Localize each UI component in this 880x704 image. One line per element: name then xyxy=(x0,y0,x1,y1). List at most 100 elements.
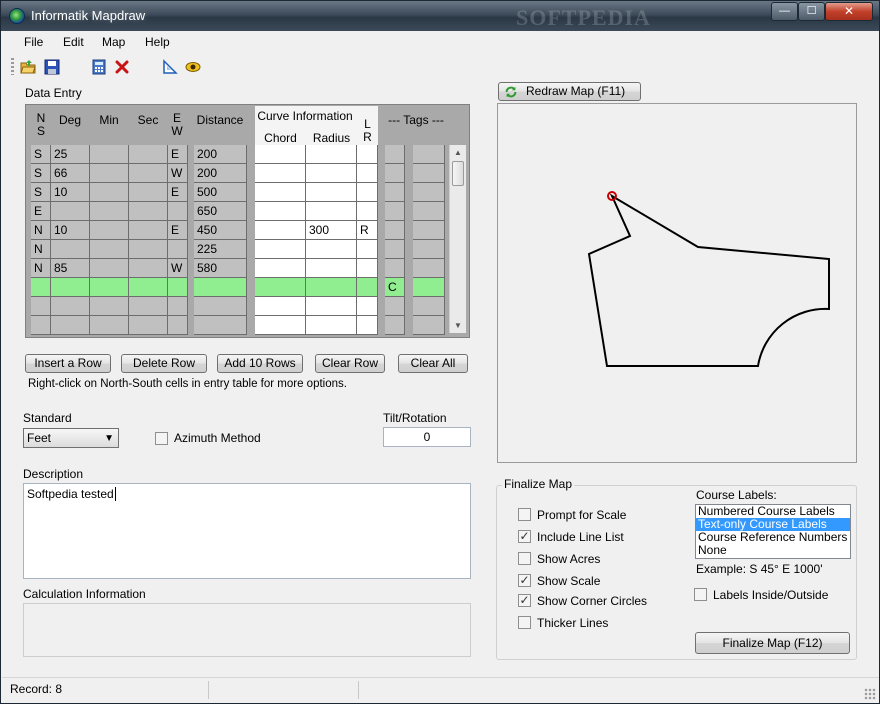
table-cell-lr[interactable]: R xyxy=(357,221,378,240)
table-cell-min[interactable] xyxy=(90,240,129,259)
minimize-button[interactable]: — xyxy=(771,2,798,21)
scroll-down-icon[interactable]: ▼ xyxy=(454,321,462,330)
table-cell-tag1[interactable] xyxy=(385,221,405,240)
table-cell-chord[interactable] xyxy=(255,221,306,240)
table-cell-sec[interactable] xyxy=(129,164,168,183)
title-bar[interactable]: Informatik Mapdraw SOFTPEDIA — ☐ ✕ xyxy=(1,1,879,31)
table-cell-tag1[interactable] xyxy=(385,316,405,335)
calculator-icon[interactable] xyxy=(91,59,107,75)
save-disk-icon[interactable] xyxy=(44,59,60,75)
table-cell-deg[interactable]: 25 xyxy=(51,145,90,164)
maximize-button[interactable]: ☐ xyxy=(798,2,825,21)
table-cell-tag1[interactable] xyxy=(385,297,405,316)
table-cell-lr[interactable] xyxy=(357,278,378,297)
table-cell-dist[interactable] xyxy=(194,316,247,335)
table-cell-ew[interactable] xyxy=(168,297,188,316)
table-cell-dist[interactable] xyxy=(194,297,247,316)
table-cell-ns[interactable] xyxy=(31,278,51,297)
table-cell-sec[interactable] xyxy=(129,297,168,316)
table-cell-min[interactable] xyxy=(90,183,129,202)
table-cell-tag1[interactable] xyxy=(385,145,405,164)
table-cell-deg[interactable] xyxy=(51,202,90,221)
table-cell-min[interactable] xyxy=(90,316,129,335)
table-cell-sec[interactable] xyxy=(129,240,168,259)
finalize-option-checkbox[interactable]: ✓ xyxy=(518,530,531,543)
table-cell-tag2[interactable] xyxy=(413,259,445,278)
azimuth-checkbox[interactable] xyxy=(155,432,168,445)
table-cell-min[interactable] xyxy=(90,221,129,240)
table-cell-min[interactable] xyxy=(90,259,129,278)
table-cell-radius[interactable] xyxy=(306,240,357,259)
table-cell-sec[interactable] xyxy=(129,145,168,164)
eye-icon[interactable] xyxy=(185,59,201,75)
finalize-option-checkbox[interactable] xyxy=(518,616,531,629)
finalize-map-button[interactable]: Finalize Map (F12) xyxy=(695,632,850,654)
resize-grip-icon[interactable] xyxy=(864,688,876,700)
finalize-option-checkbox[interactable] xyxy=(518,508,531,521)
table-cell-tag2[interactable] xyxy=(413,145,445,164)
table-cell-lr[interactable] xyxy=(357,183,378,202)
table-cell-ew[interactable] xyxy=(168,202,188,221)
table-cell-ew[interactable]: E xyxy=(168,145,188,164)
table-cell-deg[interactable] xyxy=(51,240,90,259)
clear-all-button[interactable]: Clear All xyxy=(398,354,468,373)
finalize-option-checkbox[interactable]: ✓ xyxy=(518,594,531,607)
table-cell-deg[interactable] xyxy=(51,316,90,335)
table-cell-lr[interactable] xyxy=(357,259,378,278)
triangle-ruler-icon[interactable] xyxy=(162,59,178,75)
table-cell-tag1[interactable] xyxy=(385,183,405,202)
tilt-input[interactable]: 0 xyxy=(383,427,471,447)
table-cell-radius[interactable] xyxy=(306,259,357,278)
table-cell-dist[interactable] xyxy=(194,278,247,297)
close-button[interactable]: ✕ xyxy=(825,2,873,21)
table-cell-lr[interactable] xyxy=(357,164,378,183)
table-cell-tag2[interactable] xyxy=(413,221,445,240)
table-cell-ew[interactable] xyxy=(168,316,188,335)
labels-inside-outside-checkbox[interactable] xyxy=(694,588,707,601)
table-cell-dist[interactable]: 200 xyxy=(194,145,247,164)
table-cell-radius[interactable] xyxy=(306,145,357,164)
table-cell-min[interactable] xyxy=(90,145,129,164)
menu-edit[interactable]: Edit xyxy=(63,35,84,49)
table-cell-radius[interactable] xyxy=(306,164,357,183)
table-cell-radius[interactable] xyxy=(306,297,357,316)
table-cell-tag1[interactable] xyxy=(385,259,405,278)
table-cell-radius[interactable]: 300 xyxy=(306,221,357,240)
table-cell-tag2[interactable] xyxy=(413,183,445,202)
table-cell-sec[interactable] xyxy=(129,183,168,202)
table-cell-chord[interactable] xyxy=(255,145,306,164)
table-cell-chord[interactable] xyxy=(255,278,306,297)
table-cell-sec[interactable] xyxy=(129,221,168,240)
table-cell-radius[interactable] xyxy=(306,202,357,221)
table-cell-lr[interactable] xyxy=(357,145,378,164)
table-cell-ew[interactable] xyxy=(168,278,188,297)
table-cell-lr[interactable] xyxy=(357,297,378,316)
scroll-up-icon[interactable]: ▲ xyxy=(454,148,462,157)
table-cell-ew[interactable] xyxy=(168,240,188,259)
course-label-option[interactable]: None xyxy=(696,544,850,557)
course-labels-list[interactable]: Numbered Course Labels Text-only Course L… xyxy=(695,504,851,559)
table-cell-tag1[interactable] xyxy=(385,164,405,183)
table-cell-deg[interactable]: 66 xyxy=(51,164,90,183)
table-cell-dist[interactable]: 580 xyxy=(194,259,247,278)
table-cell-chord[interactable] xyxy=(255,164,306,183)
table-cell-sec[interactable] xyxy=(129,278,168,297)
table-cell-chord[interactable] xyxy=(255,316,306,335)
table-cell-min[interactable] xyxy=(90,297,129,316)
table-cell-ew[interactable]: E xyxy=(168,221,188,240)
table-cell-dist[interactable]: 225 xyxy=(194,240,247,259)
table-cell-ns[interactable]: S xyxy=(31,145,51,164)
table-scrollbar[interactable]: ▲ ▼ xyxy=(449,145,466,333)
table-cell-tag2[interactable] xyxy=(413,164,445,183)
table-cell-ns[interactable]: N xyxy=(31,221,51,240)
add-10-rows-button[interactable]: Add 10 Rows xyxy=(217,354,303,373)
table-cell-ew[interactable]: W xyxy=(168,259,188,278)
table-cell-ns[interactable]: S xyxy=(31,183,51,202)
table-cell-ns[interactable]: E xyxy=(31,202,51,221)
table-cell-radius[interactable] xyxy=(306,183,357,202)
table-cell-radius[interactable] xyxy=(306,316,357,335)
redraw-map-button[interactable]: Redraw Map (F11) xyxy=(498,82,641,101)
table-cell-sec[interactable] xyxy=(129,202,168,221)
table-cell-lr[interactable] xyxy=(357,316,378,335)
table-cell-tag1[interactable]: C xyxy=(385,278,405,297)
